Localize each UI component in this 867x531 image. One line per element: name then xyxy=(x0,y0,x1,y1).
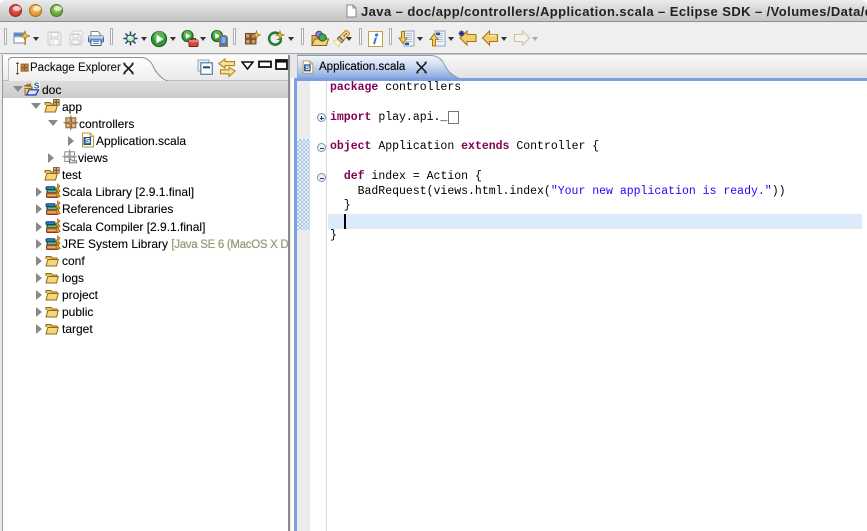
svg-text:S: S xyxy=(85,136,90,145)
svg-text:S: S xyxy=(34,81,40,90)
svg-text:S: S xyxy=(306,65,311,72)
